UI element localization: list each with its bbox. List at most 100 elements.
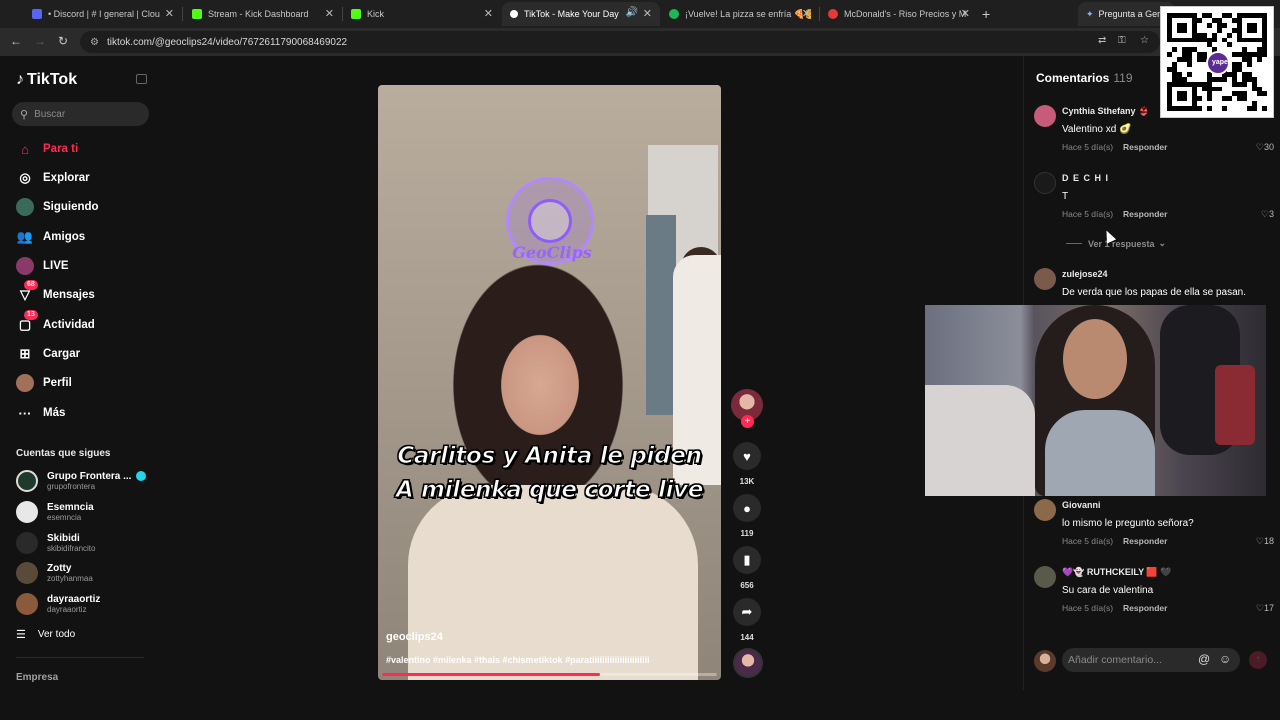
following-account[interactable]: Skibidi skibidifrancito — [16, 532, 95, 554]
sidebar-item-para-ti[interactable]: ⌂ Para ti — [16, 139, 78, 159]
video-progress-fill — [382, 673, 600, 676]
follow-plus-icon[interactable]: + — [741, 415, 754, 428]
avatar[interactable] — [1034, 172, 1056, 194]
chevron-down-icon: ⌄ — [1158, 238, 1167, 248]
discord-icon — [32, 9, 42, 19]
webcam-streamer-face — [1063, 319, 1127, 399]
compass-icon: ◎ — [19, 170, 31, 185]
pizza-site-icon — [669, 9, 679, 19]
close-tab-icon[interactable]: ✕ — [165, 7, 174, 20]
video-player[interactable]: GeoClips Carlitos y Anita le piden A mil… — [378, 85, 721, 680]
comment-like-button[interactable]: ♡18 — [1256, 536, 1274, 547]
list-icon: ☰ — [16, 629, 26, 641]
tiktok-logo[interactable]: ♪ TikTok — [16, 71, 77, 89]
browser-toolbar: ← → ↻ ⚙ tiktok.com/@geoclips24/video/767… — [0, 28, 1280, 56]
webcam-streamer — [1035, 305, 1155, 496]
tab-kick-dashboard[interactable]: Stream - Kick Dashboard ✕ — [184, 2, 342, 26]
notification-badge: 13 — [24, 310, 38, 320]
site-info-icon[interactable]: ⚙ — [90, 37, 99, 48]
divider — [16, 657, 144, 658]
emoji-icon[interactable]: ☺ — [1219, 652, 1231, 666]
heart-outline-icon: ♡ — [1255, 142, 1264, 152]
close-tab-icon[interactable]: ✕ — [484, 7, 493, 20]
address-bar[interactable]: ⚙ tiktok.com/@geoclips24/video/767261179… — [80, 31, 1160, 53]
sidebar-item-amigos[interactable]: 👥 Amigos — [16, 227, 85, 247]
avatar[interactable] — [1034, 105, 1056, 127]
back-icon[interactable]: ← — [10, 34, 22, 48]
comment-count: 119 — [740, 529, 754, 538]
share-button[interactable]: ➦ — [733, 598, 761, 626]
mcdonalds-icon — [828, 9, 838, 19]
sidebar-item-actividad[interactable]: ▢ 13 Actividad — [16, 310, 95, 335]
reply-button[interactable]: Responder — [1123, 536, 1167, 546]
footer-link-empresa[interactable]: Empresa — [16, 672, 58, 683]
comment-icon: ● — [743, 500, 751, 516]
comment-button[interactable]: ● — [733, 494, 761, 522]
close-tab-icon[interactable]: ✕ — [961, 7, 970, 20]
video-progress-bar[interactable] — [382, 673, 717, 676]
following-account[interactable]: dayraaortiz dayraaortiz — [16, 593, 100, 615]
sidebar-item-perfil[interactable]: Perfil — [16, 373, 72, 393]
tab-kick[interactable]: Kick ✕ — [343, 2, 501, 26]
like-button[interactable]: ♥ — [733, 442, 761, 470]
close-tab-icon[interactable]: ✕ — [325, 7, 334, 20]
sidebar-item-siguiendo[interactable]: Siguiendo — [16, 197, 99, 217]
new-tab-icon[interactable]: + — [982, 6, 990, 22]
qr-logo-label: yape — [1212, 59, 1228, 66]
sidebar-item-explorar[interactable]: ◎ Explorar — [16, 168, 89, 188]
sidebar-item-mas[interactable]: ··· Más — [16, 403, 66, 423]
view-replies-button[interactable]: Ver 1 respuesta ⌄ — [1066, 238, 1166, 249]
video-subject-body — [408, 485, 698, 680]
share-arrow-icon: ➦ — [741, 604, 753, 619]
video-caption-line-2: A milenka que corte live — [395, 477, 704, 504]
forward-icon[interactable]: → — [34, 34, 46, 48]
following-account[interactable]: Grupo Frontera ... grupofrontera — [16, 470, 147, 492]
save-button[interactable]: ▮ — [733, 546, 761, 574]
friends-icon: 👥 — [16, 229, 34, 244]
bookmark-star-icon[interactable]: ☆ — [1140, 35, 1149, 46]
tab-mcdonalds[interactable]: McDonald's - Riso Precios y M ✕ — [820, 2, 978, 26]
translate-icon[interactable]: ⇄ — [1098, 35, 1106, 46]
close-tab-icon[interactable]: ✕ — [643, 7, 652, 20]
password-key-icon[interactable]: ⚿ — [1118, 35, 1126, 46]
close-tab-icon[interactable]: ✕ — [802, 7, 811, 20]
send-icon[interactable]: ↑ — [1249, 651, 1267, 669]
profile-icon — [16, 374, 34, 392]
tab-discord[interactable]: • Discord | # I general | Clou ✕ — [24, 2, 182, 26]
mention-icon[interactable]: @ — [1198, 652, 1210, 666]
qr-code-overlay: yape — [1160, 6, 1274, 118]
reply-button[interactable]: Responder — [1123, 209, 1167, 219]
following-account[interactable]: Esemncia esemncia — [16, 501, 94, 523]
sidebar-item-live[interactable]: LIVE — [16, 256, 69, 276]
music-disc-icon[interactable] — [733, 648, 763, 678]
video-author[interactable]: geoclips24 — [386, 631, 443, 643]
divider — [1066, 243, 1082, 244]
search-input[interactable]: ⚲ Buscar — [12, 102, 149, 126]
browser-tab-bar: • Discord | # I general | Clou ✕ Stream … — [0, 0, 1280, 28]
avatar[interactable] — [1034, 268, 1056, 290]
video-hashtags[interactable]: #valentino #milenka #thais #chismetiktok… — [386, 655, 696, 665]
reload-icon[interactable]: ↻ — [58, 34, 68, 48]
audio-playing-icon[interactable]: 🔊 — [626, 7, 638, 18]
more-icon: ··· — [18, 405, 32, 421]
comment-like-button[interactable]: ♡3 — [1261, 209, 1274, 220]
see-all-button[interactable]: ☰ Ver todo — [16, 628, 75, 641]
tab-pizza[interactable]: ¡Vuelve! La pizza se enfría 🍕🍔 ✕ — [661, 2, 819, 26]
reply-button[interactable]: Responder — [1123, 603, 1167, 613]
following-account[interactable]: Zotty zottyhanmaa — [16, 562, 93, 584]
following-section-title: Cuentas que sigues — [16, 448, 111, 459]
comment-like-button[interactable]: ♡30 — [1256, 142, 1274, 153]
sidebar-item-mensajes[interactable]: ▽ 68 Mensajes — [16, 280, 95, 305]
comment-input[interactable]: Añadir comentario... — [1062, 648, 1240, 672]
sidebar-item-cargar[interactable]: ⊞ Cargar — [16, 344, 81, 364]
tab-tiktok[interactable]: TikTok - Make Your Day 🔊 ✕ — [502, 2, 660, 26]
collapse-sidebar-icon[interactable] — [136, 74, 147, 84]
avatar — [16, 562, 38, 584]
live-icon — [16, 257, 34, 275]
like-count: 13K — [739, 477, 755, 486]
comment-like-button[interactable]: ♡17 — [1256, 603, 1274, 614]
webcam-background-bed — [925, 385, 1035, 496]
avatar[interactable] — [1034, 499, 1056, 521]
reply-button[interactable]: Responder — [1123, 142, 1167, 152]
avatar[interactable] — [1034, 566, 1056, 588]
